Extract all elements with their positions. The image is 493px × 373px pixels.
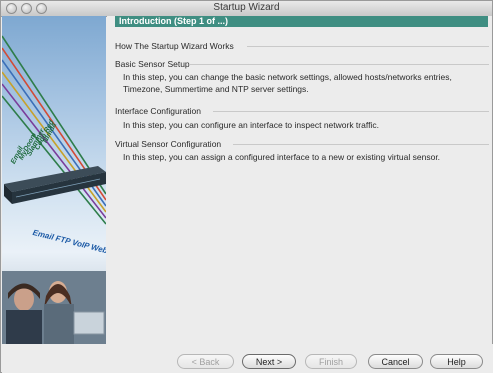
section-heading-basic-setup: Basic Sensor Setup [115,59,190,69]
wizard-button-bar: < Back Next > Finish Cancel Help [2,344,493,373]
startup-wizard-window: Startup Wizard Nimda Code Red Slammer My… [0,0,493,373]
window-title: Startup Wizard [213,2,280,13]
section-body-virtual-sensor: In this step, you can assign a configure… [123,152,441,162]
section-body-basic-setup: In this step, you can change the basic n… [123,72,452,94]
wizard-sidebar-image: Nimda Code Red Slammer MyDoom Email Emai… [2,16,106,344]
cancel-button[interactable]: Cancel [368,354,423,369]
section-heading-virtual-sensor: Virtual Sensor Configuration [115,139,222,149]
step-banner: Introduction (Step 1 of ...) [115,16,488,27]
people-photo [2,271,106,344]
wizard-content: Introduction (Step 1 of ...) How The Sta… [107,16,492,344]
section-divider [247,46,489,47]
next-button[interactable]: Next > [242,354,296,369]
back-button[interactable]: < Back [177,354,234,369]
section-divider [189,64,489,65]
section-divider [233,144,489,145]
section-divider [213,111,489,112]
finish-button[interactable]: Finish [305,354,357,369]
section-heading-how-it-works: How The Startup Wizard Works [115,41,234,51]
sidebar-illustration [2,35,106,344]
section-body-interface: In this step, you can configure an inter… [123,120,379,130]
title-bar: Startup Wizard [1,1,492,17]
step-title: Introduction (Step 1 of ...) [119,16,228,26]
section-heading-interface: Interface Configuration [115,106,201,116]
help-button[interactable]: Help [430,354,483,369]
